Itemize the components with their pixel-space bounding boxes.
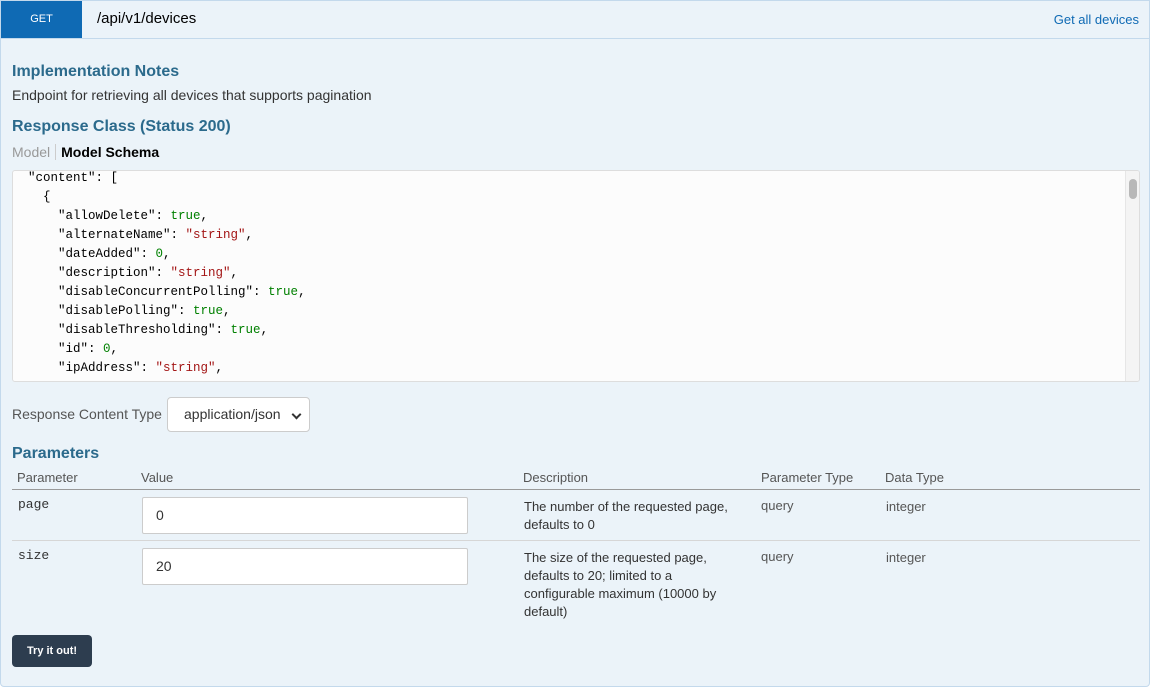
- schema-line: "alternateName": "string",: [13, 228, 254, 242]
- header-parameter-type: Parameter Type: [761, 470, 854, 485]
- parameter-data-type: integer: [886, 550, 926, 565]
- schema-line: "content": [: [13, 171, 119, 185]
- schema-value: "string": [185, 228, 246, 242]
- tab-model-schema[interactable]: Model Schema: [56, 144, 159, 160]
- schema-line: "disableConcurrentPolling": true,: [13, 285, 306, 299]
- header-data-type: Data Type: [885, 470, 945, 485]
- schema-line: "dateAdded": 0,: [13, 247, 171, 261]
- parameter-type: query: [761, 549, 794, 564]
- schema-scroll-thumb[interactable]: [1129, 179, 1137, 199]
- tab-model[interactable]: Model: [12, 144, 57, 160]
- schema-value: {: [43, 190, 51, 204]
- parameters-title: Parameters: [12, 445, 100, 462]
- endpoint-summary-link[interactable]: Get all devices: [1054, 12, 1139, 27]
- parameter-name: size: [18, 548, 50, 563]
- schema-value: "string": [155, 361, 216, 375]
- schema-line: "disableThresholding": true,: [13, 323, 269, 337]
- parameter-description: The size of the requested page, defaults…: [524, 550, 717, 619]
- size-input[interactable]: 20: [142, 548, 468, 585]
- schema-line: {: [13, 188, 306, 207]
- header-value: Value: [141, 470, 174, 485]
- response-content-type-value: application/json: [184, 406, 281, 422]
- schema-value: true: [170, 209, 201, 223]
- schema-value: true: [268, 285, 299, 299]
- schema-line: "allowDelete": true,: [13, 209, 209, 223]
- endpoint-panel: GET /api/v1/devices Get all devices Impl…: [0, 0, 1150, 687]
- endpoint-path[interactable]: /api/v1/devices: [97, 10, 196, 27]
- schema-value: "string": [170, 266, 231, 280]
- parameter-description: The number of the requested page, defaul…: [524, 499, 728, 532]
- parameter-type: query: [761, 498, 794, 513]
- schema-line: "disablePolling": true,: [13, 304, 231, 318]
- response-content-type-label: Response Content Type: [12, 406, 162, 422]
- parameter-row-size: size 20 The size of the requested page, …: [12, 542, 1140, 622]
- implementation-notes-title: Implementation Notes: [12, 63, 180, 80]
- parameter-data-type: integer: [886, 499, 926, 514]
- model-tabs: Model Model Schema: [12, 144, 159, 160]
- schema-line: "ipAddress": "string",: [13, 361, 224, 375]
- schema-value: 0: [103, 342, 111, 356]
- schema-code: "content": [ { "allowDelete": true, "alt…: [13, 171, 306, 378]
- header-parameter: Parameter: [17, 470, 78, 485]
- response-class-title: Response Class (Status 200): [12, 118, 231, 135]
- implementation-notes-text: Endpoint for retrieving all devices that…: [12, 87, 372, 103]
- schema-scrollbar[interactable]: [1125, 171, 1139, 381]
- schema-value: [: [110, 171, 119, 185]
- endpoint-heading[interactable]: GET /api/v1/devices Get all devices: [1, 1, 1149, 39]
- try-it-out-button[interactable]: Try it out!: [12, 635, 92, 667]
- chevron-down-icon: [291, 409, 302, 420]
- model-schema-viewer[interactable]: "content": [ { "allowDelete": true, "alt…: [12, 170, 1140, 382]
- parameter-name: page: [18, 497, 50, 512]
- schema-line: "description": "string",: [13, 266, 239, 280]
- parameters-table-header: Parameter Value Description Parameter Ty…: [12, 467, 1140, 490]
- schema-line: "id": 0,: [13, 342, 119, 356]
- http-method-badge[interactable]: GET: [1, 1, 82, 38]
- schema-value: true: [193, 304, 224, 318]
- page-input[interactable]: 0: [142, 497, 468, 534]
- header-description: Description: [523, 470, 589, 485]
- schema-value: 0: [155, 247, 164, 261]
- response-content-type-select[interactable]: application/json: [167, 397, 310, 432]
- parameter-row-page: page 0 The number of the requested page,…: [12, 491, 1140, 541]
- schema-value: true: [230, 323, 261, 337]
